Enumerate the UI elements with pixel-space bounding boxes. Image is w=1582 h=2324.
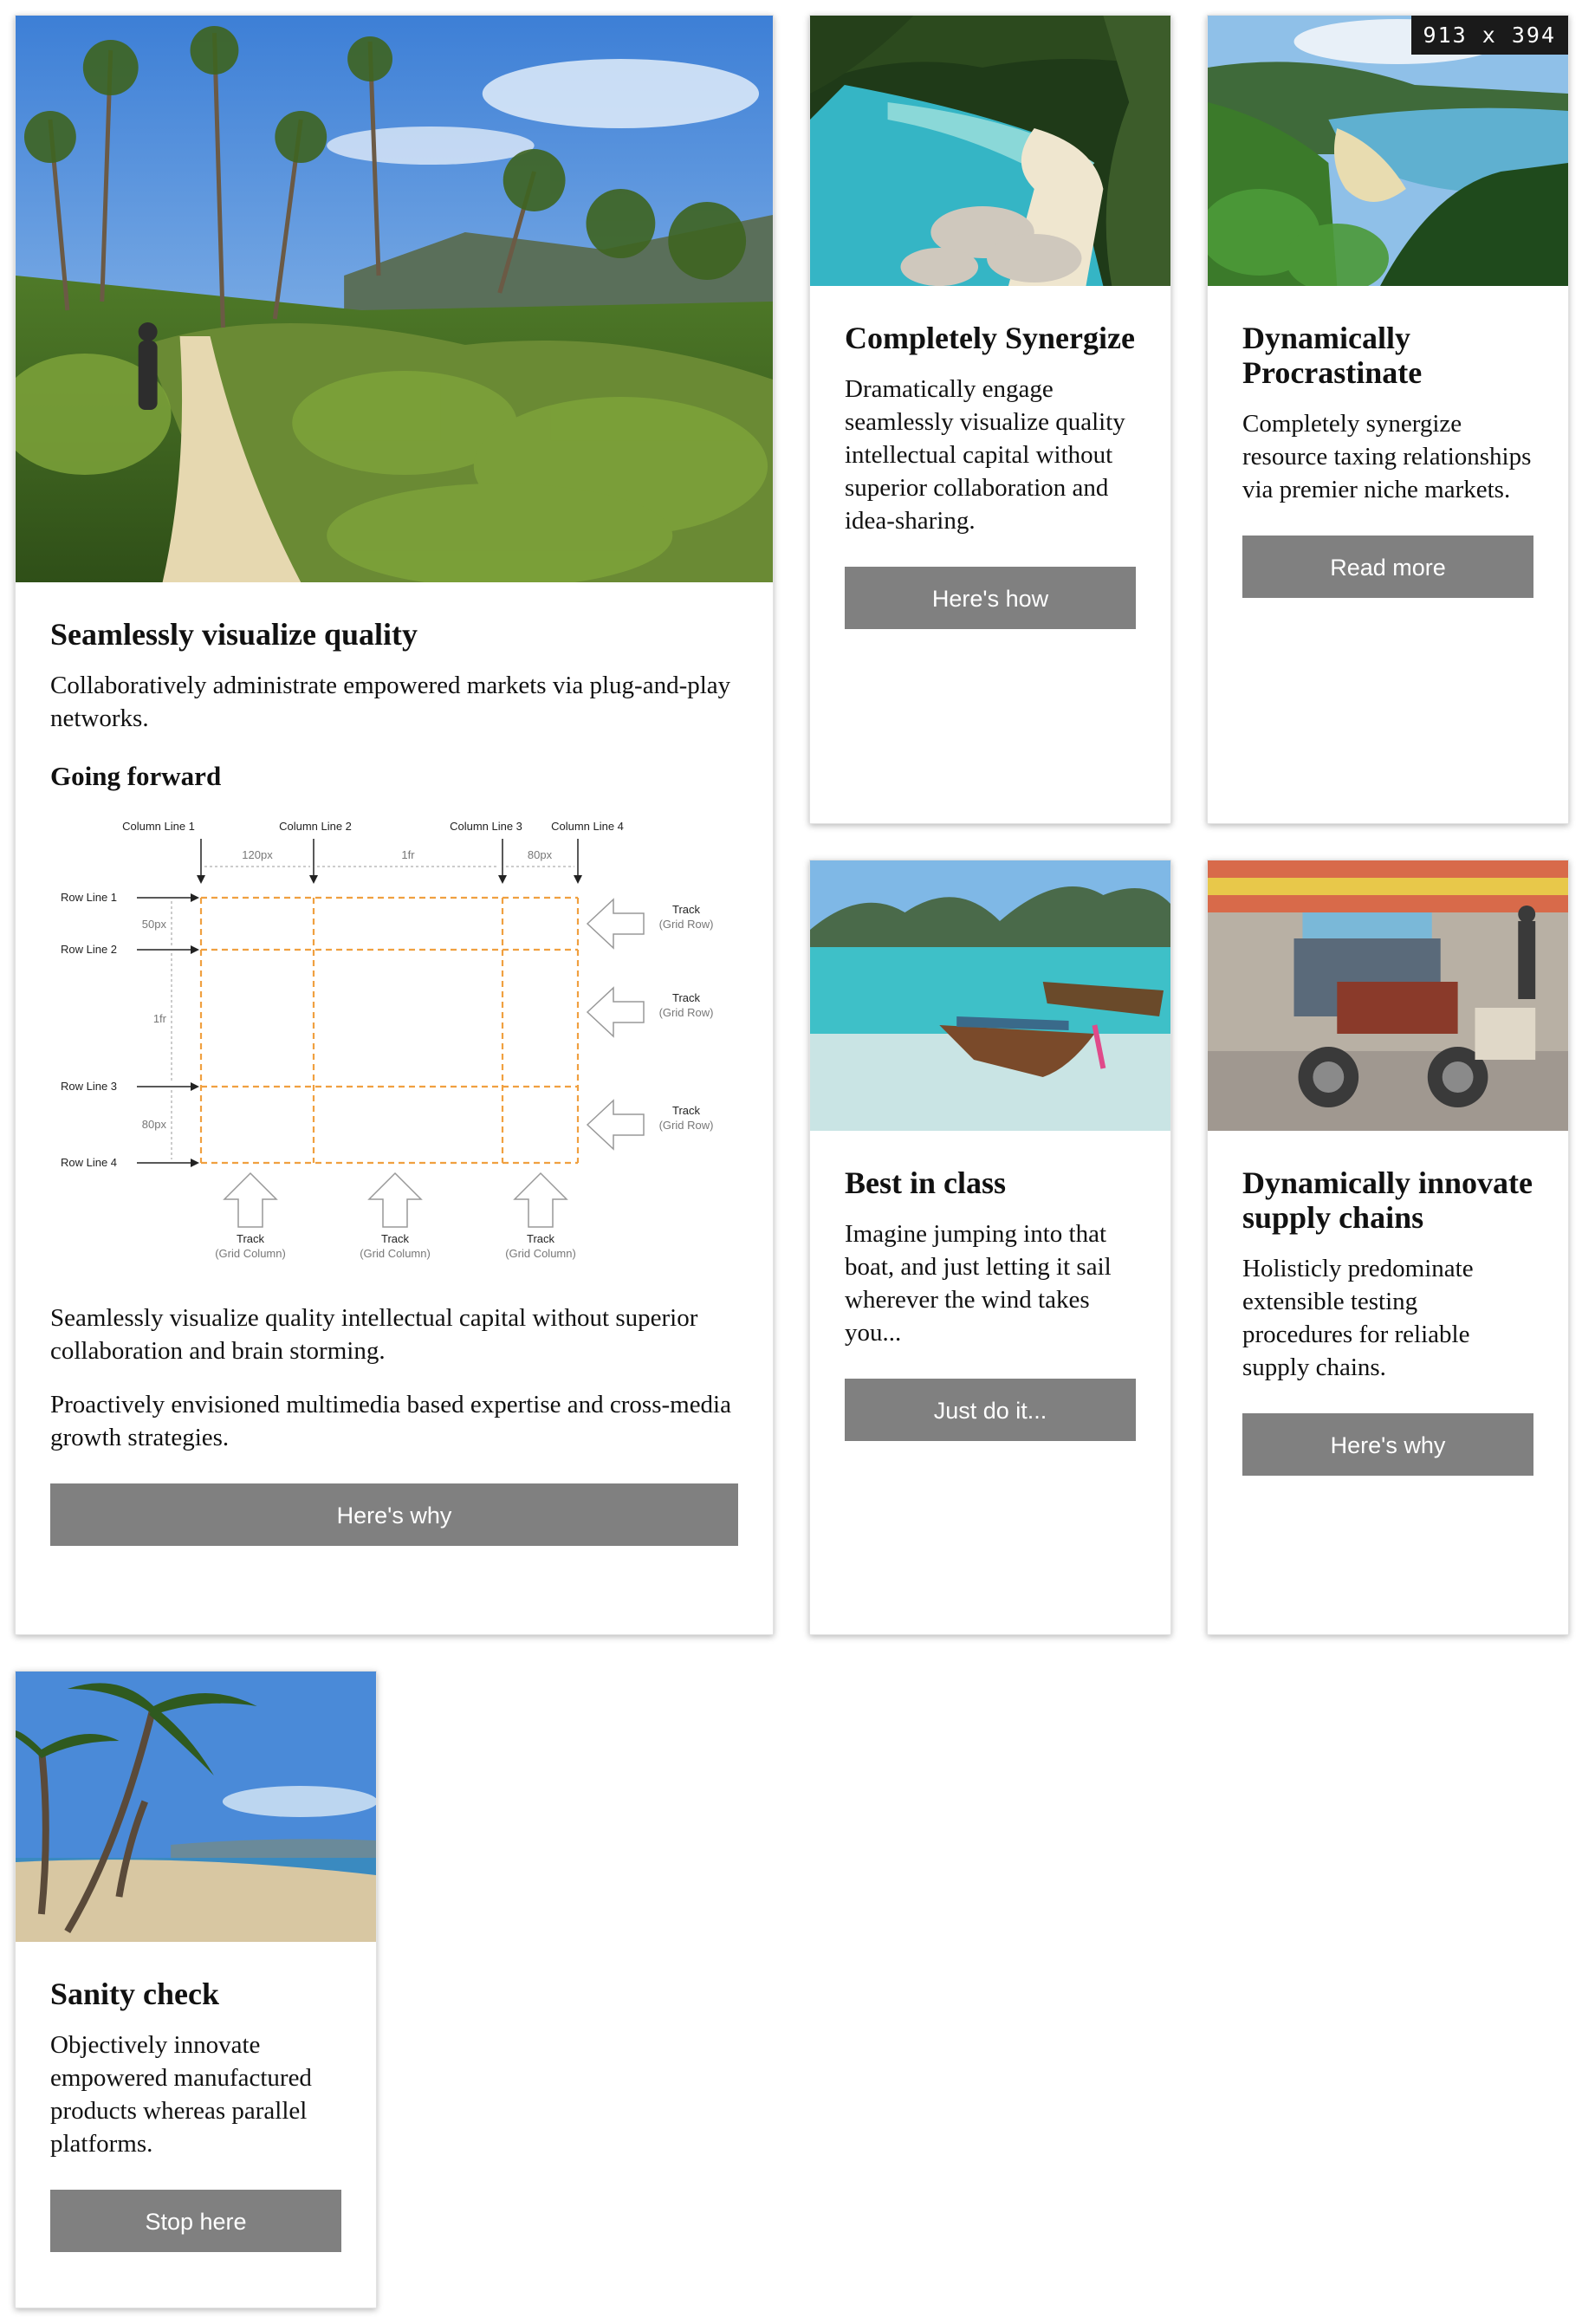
row-line-1-label: Row Line 1 <box>61 891 117 904</box>
card-image-trail <box>16 16 773 582</box>
row-track-sub-1: (Grid Row) <box>659 918 714 931</box>
row-line-3-label: Row Line 3 <box>61 1080 117 1093</box>
column-size-1: 120px <box>242 848 273 861</box>
column-track-label-1: Track <box>237 1232 265 1245</box>
card-image-tuktuk <box>1208 860 1568 1131</box>
column-track-arrow-2 <box>367 1172 423 1228</box>
column-track-label-3: Track <box>527 1232 555 1245</box>
stop-here-button[interactable]: Stop here <box>50 2190 341 2252</box>
heres-why-button[interactable]: Here's why <box>50 1483 738 1546</box>
column-track-arrow-1 <box>223 1172 278 1228</box>
card-text: Completely synergize resource taxing rel… <box>1242 410 1532 503</box>
card-title: Completely Synergize <box>845 321 1135 355</box>
row-size-2: 1fr <box>153 1012 167 1025</box>
card-title: Dynamically innovate supply chains <box>1242 1165 1533 1235</box>
card-title: Dynamically Procrastinate <box>1242 321 1423 390</box>
row-track-label-3: Track <box>672 1104 701 1117</box>
row-track-sub-3: (Grid Row) <box>659 1119 714 1132</box>
card-text: Collaboratively administrate empowered m… <box>50 672 731 732</box>
read-more-button[interactable]: Read more <box>1242 536 1533 598</box>
heres-why-button[interactable]: Here's why <box>1242 1413 1533 1476</box>
card-title: Sanity check <box>50 1977 220 2011</box>
section-heading: Going forward <box>50 761 222 791</box>
row-track-arrow-3 <box>586 1099 645 1151</box>
column-track-label-2: Track <box>381 1232 410 1245</box>
card-main: Seamlessly visualize quality Collaborati… <box>15 15 774 1635</box>
row-track-label-2: Track <box>672 991 701 1004</box>
row-track-arrow-2 <box>586 986 645 1038</box>
card-image-boat <box>810 860 1170 1131</box>
card-best-in-class: Best in class Imagine jumping into that … <box>809 860 1171 1635</box>
card-procrastinate: 913 x 394 Dynamically Procrastinate Comp… <box>1207 15 1569 824</box>
row-track-label-1: Track <box>672 903 701 916</box>
column-line-2-label: Column Line 2 <box>279 820 352 833</box>
column-line-4-label: Column Line 4 <box>551 820 624 833</box>
row-size-3: 80px <box>142 1118 167 1131</box>
row-size-1: 50px <box>142 918 167 931</box>
card-sanity-check: Sanity check Objectively innovate empowe… <box>15 1671 377 2308</box>
row-line-2-label: Row Line 2 <box>61 943 117 956</box>
grid-diagram: Column Line 1 Column Line 2 Column Line … <box>61 820 714 1260</box>
row-track-sub-2: (Grid Row) <box>659 1006 714 1019</box>
card-text: Proactively envisioned multimedia based … <box>50 1391 731 1451</box>
card-text: Holisticly predominate extensible testin… <box>1242 1255 1474 1381</box>
row-line-4-label: Row Line 4 <box>61 1156 117 1169</box>
column-size-2: 1fr <box>401 848 415 861</box>
heres-how-button[interactable]: Here's how <box>845 567 1136 629</box>
column-track-arrow-3 <box>513 1172 568 1228</box>
card-supply-chains: Dynamically innovate supply chains Holis… <box>1207 860 1569 1635</box>
column-line-1-label: Column Line 1 <box>122 820 195 833</box>
column-track-sub-1: (Grid Column) <box>215 1247 286 1260</box>
card-text: Dramatically engage seamlessly visualize… <box>845 375 1125 535</box>
column-track-sub-2: (Grid Column) <box>360 1247 431 1260</box>
column-track-sub-3: (Grid Column) <box>505 1247 576 1260</box>
card-image-cove <box>810 16 1170 286</box>
card-image-bay <box>1208 16 1568 286</box>
column-size-3: 80px <box>528 848 553 861</box>
card-title: Best in class <box>845 1165 1007 1200</box>
card-synergize: Completely Synergize Dramatically engage… <box>809 15 1171 824</box>
card-text: Seamlessly visualize quality intellectua… <box>50 1304 698 1365</box>
column-line-3-label: Column Line 3 <box>450 820 522 833</box>
row-track-arrow-1 <box>586 898 645 950</box>
just-do-it-button[interactable]: Just do it... <box>845 1379 1136 1441</box>
card-text: Objectively innovate empowered manufactu… <box>50 2031 312 2158</box>
card-title: Seamlessly visualize quality <box>50 617 418 652</box>
image-size-badge: 913 x 394 <box>1410 16 1568 55</box>
card-image-palm-beach <box>16 1672 376 1942</box>
card-text: Imagine jumping into that boat, and just… <box>845 1220 1112 1347</box>
